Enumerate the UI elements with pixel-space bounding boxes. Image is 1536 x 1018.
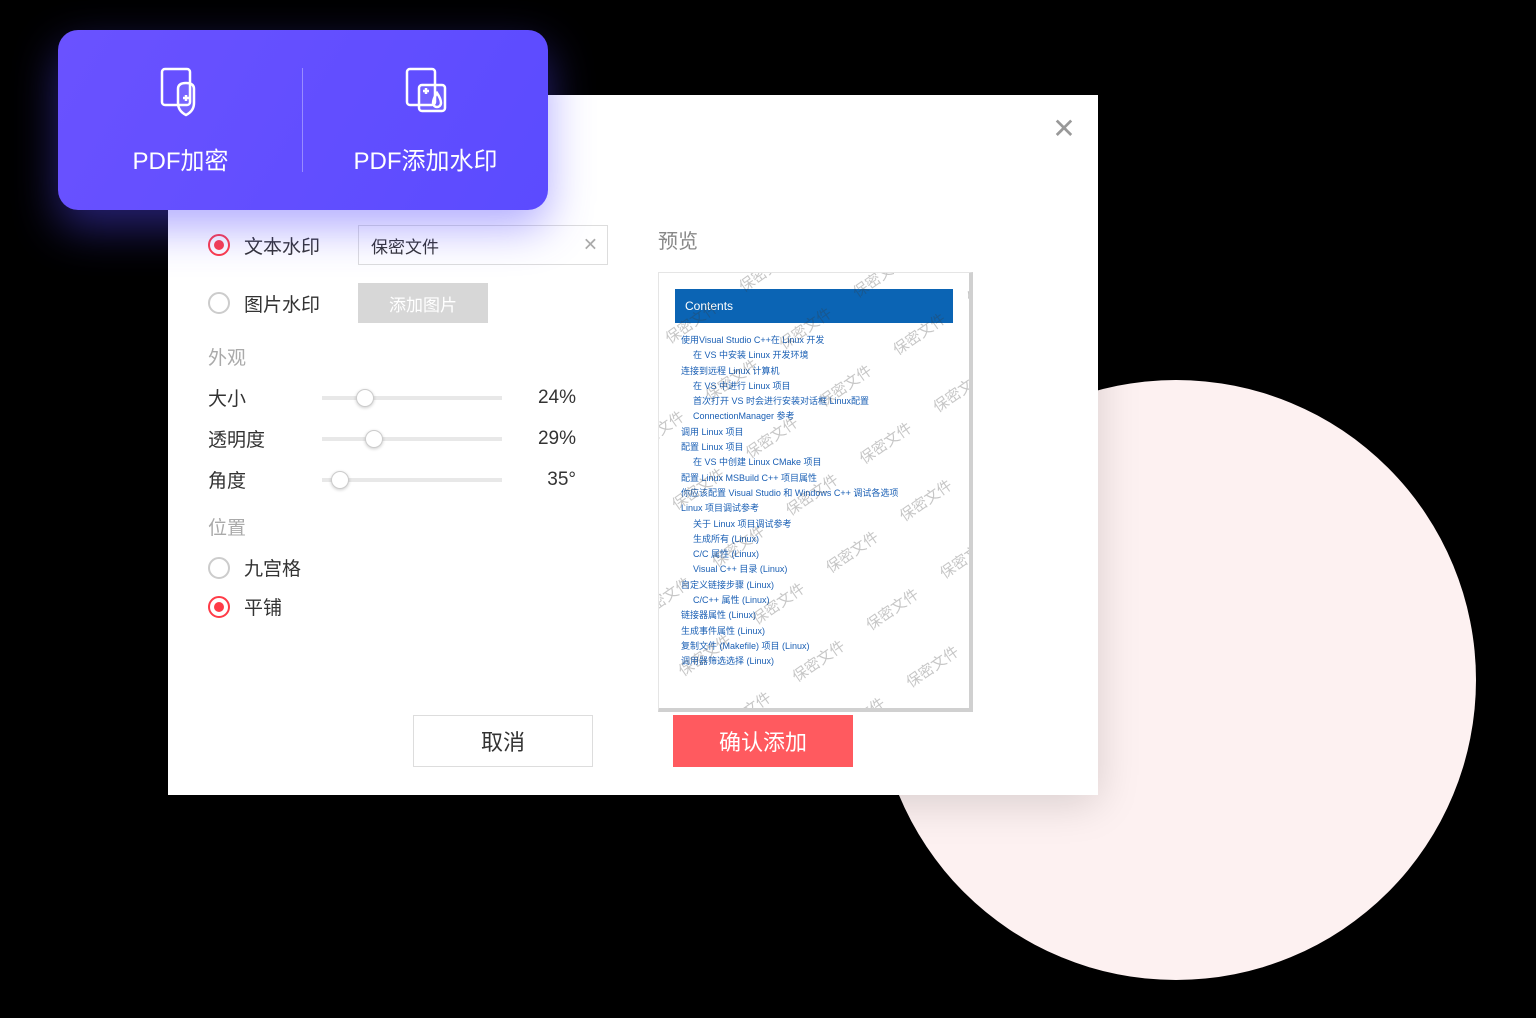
position-section-label: 位置	[208, 513, 608, 540]
tab-encrypt-label: PDF加密	[133, 141, 229, 176]
opacity-slider[interactable]	[322, 427, 502, 451]
tile-position-label[interactable]: 平铺	[244, 593, 282, 620]
opacity-label: 透明度	[208, 425, 308, 452]
angle-label: 角度	[208, 466, 308, 493]
appearance-section-label: 外观	[208, 343, 608, 370]
cancel-button[interactable]: 取消	[413, 715, 593, 767]
tab-watermark-label: PDF添加水印	[354, 141, 498, 176]
add-image-button[interactable]: 添加图片	[358, 283, 488, 323]
image-watermark-label[interactable]: 图片水印	[244, 290, 344, 317]
preview-doc-header: Contents	[675, 289, 953, 323]
preview-label: 预览	[658, 225, 1058, 254]
preview-box: Contents 使用Visual Studio C++在 Linux 开发在 …	[658, 272, 973, 712]
radio-tile-position[interactable]	[208, 596, 230, 618]
radio-text-watermark[interactable]	[208, 234, 230, 256]
clear-text-icon[interactable]: ✕	[583, 235, 598, 256]
opacity-value: 29%	[516, 428, 576, 450]
close-icon[interactable]	[1052, 117, 1076, 141]
radio-image-watermark[interactable]	[208, 292, 230, 314]
file-shield-icon	[152, 65, 210, 123]
file-droplet-icon	[397, 65, 455, 123]
size-slider[interactable]	[322, 386, 502, 410]
confirm-button[interactable]: 确认添加	[673, 715, 853, 767]
tabs-card: PDF加密 PDF添加水印	[58, 30, 548, 210]
watermark-text-input[interactable]	[358, 225, 608, 265]
size-label: 大小	[208, 384, 308, 411]
radio-grid-position[interactable]	[208, 557, 230, 579]
angle-value: 35°	[516, 469, 576, 491]
size-value: 24%	[516, 387, 576, 409]
text-watermark-label[interactable]: 文本水印	[244, 232, 344, 259]
tab-pdf-encrypt[interactable]: PDF加密	[58, 30, 303, 210]
grid-position-label[interactable]: 九宫格	[244, 554, 301, 581]
angle-slider[interactable]	[322, 468, 502, 492]
preview-doc-lines: 使用Visual Studio C++在 Linux 开发在 VS 中安装 Li…	[675, 333, 953, 670]
tab-pdf-watermark[interactable]: PDF添加水印	[303, 30, 548, 210]
